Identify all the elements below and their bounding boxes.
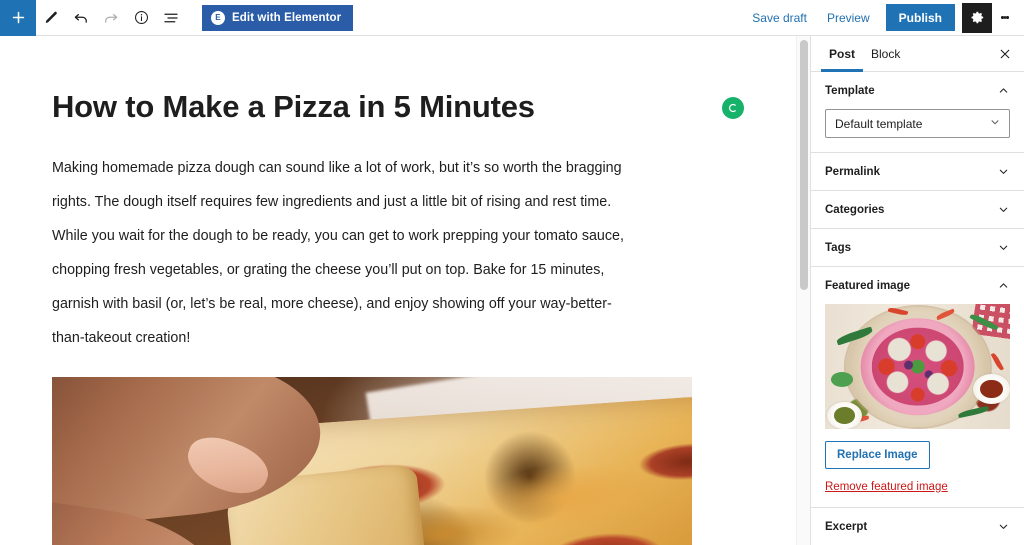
panel-featured-image-header[interactable]: Featured image	[811, 267, 1024, 304]
panel-categories: Categories	[811, 191, 1024, 229]
block-inserter-button[interactable]	[0, 0, 36, 36]
chevron-down-icon	[997, 520, 1010, 533]
sidebar-panels: Template Default template	[811, 72, 1024, 545]
info-icon[interactable]	[126, 0, 156, 36]
preview-button[interactable]: Preview	[817, 3, 880, 33]
editor-body: How to Make a Pizza in 5 Minutes Making …	[0, 36, 1024, 545]
editor-canvas-wrapper: How to Make a Pizza in 5 Minutes Making …	[0, 36, 810, 545]
kebab-dot	[1006, 16, 1009, 19]
panel-tags: Tags	[811, 229, 1024, 267]
panel-template: Template Default template	[811, 72, 1024, 153]
featured-image-thumbnail[interactable]	[825, 304, 1010, 429]
save-draft-button[interactable]: Save draft	[742, 3, 817, 33]
panel-template-title: Template	[825, 85, 875, 97]
toolbar-right-group: Save draft Preview Publish	[742, 0, 1024, 36]
panel-featured-image-body: Replace Image Remove featured image	[811, 304, 1024, 507]
panel-permalink-title: Permalink	[825, 166, 880, 178]
undo-icon[interactable]	[66, 0, 96, 36]
chevron-up-icon	[997, 84, 1010, 97]
more-options-button[interactable]	[992, 3, 1018, 33]
panel-categories-header[interactable]: Categories	[811, 191, 1024, 228]
panel-permalink: Permalink	[811, 153, 1024, 191]
close-sidebar-button[interactable]	[990, 39, 1020, 69]
canvas-scrollbar[interactable]	[796, 36, 810, 545]
editor-canvas[interactable]: How to Make a Pizza in 5 Minutes Making …	[0, 36, 810, 545]
remove-featured-image-link[interactable]: Remove featured image	[825, 481, 1010, 493]
sidebar-tabs: Post Block	[811, 36, 1024, 72]
panel-excerpt: Excerpt	[811, 508, 1024, 545]
panel-tags-header[interactable]: Tags	[811, 229, 1024, 266]
chevron-down-icon	[997, 203, 1010, 216]
chevron-down-icon	[989, 116, 1001, 131]
panel-featured-image: Featured image	[811, 267, 1024, 508]
edit-with-elementor-button[interactable]: E Edit with Elementor	[202, 5, 353, 31]
tab-post[interactable]: Post	[821, 36, 863, 71]
panel-excerpt-title: Excerpt	[825, 521, 867, 533]
editor-toolbar: E Edit with Elementor Save draft Preview…	[0, 0, 1024, 36]
template-select-value: Default template	[835, 117, 989, 131]
chevron-down-icon	[997, 241, 1010, 254]
panel-template-body: Default template	[811, 109, 1024, 152]
seo-status-badge[interactable]	[722, 97, 744, 119]
spice-bowl	[973, 374, 1010, 404]
post-title[interactable]: How to Make a Pizza in 5 Minutes	[52, 88, 710, 125]
pizza-in-hand-photo	[52, 377, 692, 545]
tab-block[interactable]: Block	[863, 36, 908, 71]
elementor-logo-icon: E	[211, 11, 225, 25]
panel-featured-image-title: Featured image	[825, 280, 910, 292]
template-select[interactable]: Default template	[825, 109, 1010, 138]
seo-crescent-icon	[727, 102, 739, 114]
replace-image-button[interactable]: Replace Image	[825, 441, 930, 469]
post-paragraph[interactable]: Making homemade pizza dough can sound li…	[0, 151, 690, 355]
redo-icon[interactable]	[96, 0, 126, 36]
close-icon	[998, 47, 1012, 61]
publish-button[interactable]: Publish	[886, 4, 955, 31]
panel-permalink-header[interactable]: Permalink	[811, 153, 1024, 190]
wordpress-block-editor: E Edit with Elementor Save draft Preview…	[0, 0, 1024, 545]
panel-excerpt-header[interactable]: Excerpt	[811, 508, 1024, 545]
toolbar-left-group: E Edit with Elementor	[0, 0, 353, 36]
post-content-area: How to Make a Pizza in 5 Minutes Making …	[0, 36, 796, 545]
post-settings-sidebar: Post Block Template	[810, 36, 1024, 545]
panel-template-header[interactable]: Template	[811, 72, 1024, 109]
post-image-block[interactable]	[52, 377, 692, 545]
gear-icon	[969, 9, 986, 26]
panel-tags-title: Tags	[825, 242, 851, 254]
edit-with-elementor-label: Edit with Elementor	[232, 12, 341, 24]
tools-pencil-icon[interactable]	[36, 0, 66, 36]
post-title-row: How to Make a Pizza in 5 Minutes	[0, 36, 796, 125]
list-view-icon[interactable]	[156, 0, 186, 36]
chevron-up-icon	[997, 279, 1010, 292]
canvas-scrollbar-thumb[interactable]	[800, 40, 808, 290]
settings-gear-button[interactable]	[962, 3, 992, 33]
panel-categories-title: Categories	[825, 204, 884, 216]
chevron-down-icon	[997, 165, 1010, 178]
spice-bowl	[827, 402, 862, 430]
